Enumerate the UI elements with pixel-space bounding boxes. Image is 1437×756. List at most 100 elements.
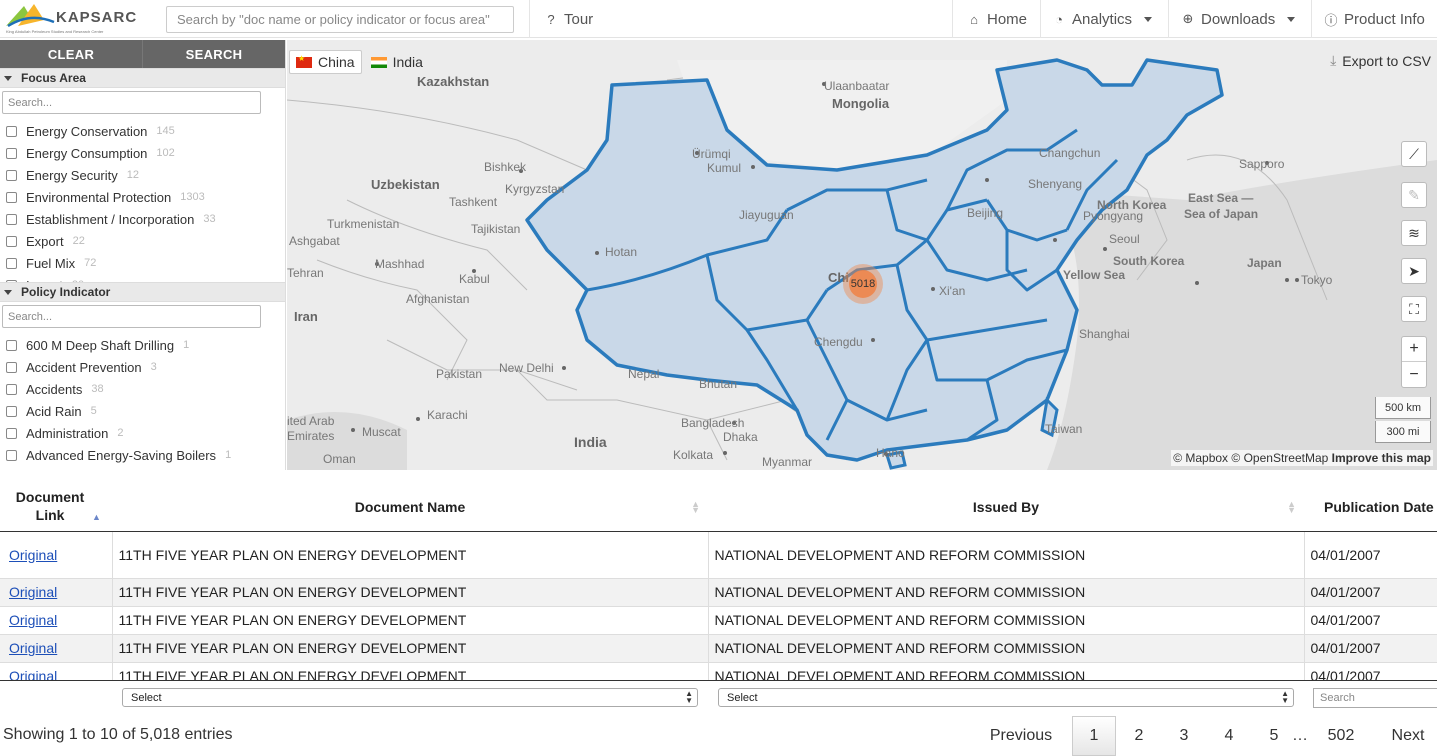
pagination-page-4[interactable]: 4 <box>1210 716 1248 756</box>
map-label-yellow-sea: Yellow Sea <box>1063 268 1126 282</box>
nav-divider <box>529 0 530 38</box>
pagination-page-5[interactable]: 5 <box>1255 716 1293 756</box>
checkbox[interactable] <box>6 169 17 181</box>
edit-tool[interactable]: ✎ <box>1401 182 1427 208</box>
map-label-uae: ited Arab Emirates <box>287 414 335 443</box>
locate-tool[interactable]: ➤ <box>1401 258 1427 284</box>
col-header-document-link[interactable]: Document Link ▲ <box>0 484 112 532</box>
clear-button[interactable]: CLEAR <box>0 40 143 68</box>
checkbox[interactable] <box>6 257 17 269</box>
original-document-link[interactable]: Original <box>9 640 57 656</box>
pagination-page-last[interactable]: 502 <box>1318 716 1364 756</box>
focus-area-item[interactable]: Export 22 <box>0 230 285 252</box>
focus-area-search-input[interactable] <box>2 91 261 114</box>
table-row: Original 11TH FIVE YEAR PLAN ON ENERGY DE… <box>0 662 1437 680</box>
focus-area-header[interactable]: Focus Area <box>0 68 285 88</box>
col-header-label: Document Link <box>15 489 85 524</box>
policy-indicator-list[interactable]: 600 M Deep Shaft Drilling 1 Accident Preve… <box>0 328 285 470</box>
focus-area-list[interactable]: Energy Conservation 145 Energy Consumption… <box>0 114 285 282</box>
draw-line-tool[interactable]: ⟋ <box>1401 141 1427 167</box>
country-tab-china[interactable]: China <box>289 50 362 74</box>
fullscreen-tool[interactable]: ⛶ <box>1401 296 1427 322</box>
focus-area-item[interactable]: Energy Conservation 145 <box>0 120 285 142</box>
pagination-page-1[interactable]: 1 <box>1072 716 1116 756</box>
home-link[interactable]: ⌂ Home <box>966 0 1027 38</box>
checkbox[interactable] <box>6 191 17 203</box>
col-header-document-name[interactable]: Document Name ▲ ▼ <box>112 484 708 532</box>
checkbox[interactable] <box>6 405 17 417</box>
original-document-link[interactable]: Original <box>9 612 57 628</box>
checkbox[interactable] <box>6 279 17 282</box>
map-label-kabul: Kabul <box>459 272 490 286</box>
focus-area-item[interactable]: Energy Consumption 102 <box>0 142 285 164</box>
pagination-previous[interactable]: Previous <box>978 716 1064 756</box>
original-document-link[interactable]: Original <box>9 668 57 680</box>
map-view[interactable]: Kazakhstan Ulaanbaatar Mongolia Ürümqi K… <box>287 40 1437 470</box>
sort-icon: ▲ ▼ <box>1287 499 1296 515</box>
map-label-sea-of-japan: Sea of Japan <box>1184 207 1259 221</box>
search-button[interactable]: SEARCH <box>143 40 285 68</box>
pagination-ellipsis: … <box>1292 727 1308 744</box>
publication-date-filter-input[interactable] <box>1313 688 1437 708</box>
checkbox[interactable] <box>6 339 17 351</box>
pagination-page-3[interactable]: 3 <box>1165 716 1203 756</box>
policy-indicator-search-input[interactable] <box>2 305 261 328</box>
policy-indicator-item[interactable]: Advanced Energy-Saving Boilers 1 <box>0 444 285 466</box>
export-csv-button[interactable]: ⤓ Export to CSV <box>1330 52 1431 69</box>
focus-area-item[interactable]: Establishment / Incorporation 33 <box>0 208 285 230</box>
col-header-issued-by[interactable]: Issued By ▲ ▼ <box>708 484 1304 532</box>
issued-by-filter-select[interactable]: Select ▲ ▼ <box>718 688 1294 707</box>
column-filters: Select ▲ ▼ Select ▲ ▼ <box>0 680 1437 714</box>
focus-area-item[interactable]: Energy Security 12 <box>0 164 285 186</box>
document-name-filter-select[interactable]: Select ▲ ▼ <box>122 688 698 707</box>
col-header-publication-date[interactable]: Publication Date <box>1304 484 1437 532</box>
pagination-next[interactable]: Next <box>1384 716 1432 756</box>
checkbox[interactable] <box>6 427 17 439</box>
focus-area-item[interactable]: Fuel Mix 72 <box>0 252 285 274</box>
cell-document-link: Original <box>0 634 113 663</box>
downloads-dropdown[interactable]: ⊕ Downloads <box>1180 0 1296 38</box>
original-document-link[interactable]: Original <box>9 547 57 563</box>
table-row: Original 11TH FIVE YEAR PLAN ON ENERGY DE… <box>0 531 1437 579</box>
policy-indicator-header[interactable]: Policy Indicator <box>0 282 285 302</box>
checkbox[interactable] <box>6 147 17 159</box>
policy-indicator-item[interactable]: Accident Prevention 3 <box>0 356 285 378</box>
checkbox[interactable] <box>6 361 17 373</box>
zoom-in-button[interactable]: + <box>1402 337 1426 362</box>
improve-map-link[interactable]: Improve this map <box>1332 451 1431 465</box>
product-info-link[interactable]: ⓘ Product Info <box>1323 0 1424 38</box>
zoom-out-button[interactable]: − <box>1402 362 1426 387</box>
kapsarc-logo[interactable]: KAPSARC King Abdullah Petroleum Studies … <box>4 2 156 36</box>
country-tab-india[interactable]: India <box>364 50 430 74</box>
map-label-tashkent: Tashkent <box>449 195 498 209</box>
focus-area-item[interactable]: Import 20 <box>0 274 285 282</box>
focus-area-item[interactable]: Environmental Protection 1303 <box>0 186 285 208</box>
checkbox[interactable] <box>6 125 17 137</box>
checkbox[interactable] <box>6 213 17 225</box>
checkbox[interactable] <box>6 383 17 395</box>
focus-area-count: 1303 <box>180 191 205 203</box>
layers-tool[interactable]: ≋ <box>1401 220 1427 246</box>
checkbox[interactable] <box>6 449 17 461</box>
map-label-turkmenistan: Turkmenistan <box>327 217 400 231</box>
policy-indicator-item[interactable]: Acid Rain 5 <box>0 400 285 422</box>
policy-indicator-item[interactable]: 600 M Deep Shaft Drilling 1 <box>0 334 285 356</box>
zoom-control: + − <box>1401 336 1427 388</box>
document-cluster-marker[interactable]: 5018 <box>843 264 883 304</box>
pagination-page-2[interactable]: 2 <box>1120 716 1158 756</box>
checkbox[interactable] <box>6 235 17 247</box>
cell-issued-by: NATIONAL DEVELOPMENT AND REFORM COMMISSI… <box>708 634 1305 663</box>
col-header-label: Document Name <box>354 499 466 516</box>
mapbox-link[interactable]: © Mapbox <box>1173 451 1228 465</box>
analytics-dropdown[interactable]: ◔ Analytics <box>1051 0 1153 38</box>
global-search-input[interactable] <box>166 6 514 33</box>
tour-link[interactable]: ? Tour <box>543 0 593 38</box>
select-arrows-icon: ▲ ▼ <box>1281 689 1289 705</box>
focus-area-count: 72 <box>84 257 97 269</box>
policy-indicator-item[interactable]: Accidents 38 <box>0 378 285 400</box>
original-document-link[interactable]: Original <box>9 584 57 600</box>
info-circle-icon: ⓘ <box>1324 12 1338 28</box>
map-label-myanmar: Myanmar <box>762 455 813 469</box>
osm-link[interactable]: © OpenStreetMap <box>1231 451 1328 465</box>
policy-indicator-item[interactable]: Administration 2 <box>0 422 285 444</box>
